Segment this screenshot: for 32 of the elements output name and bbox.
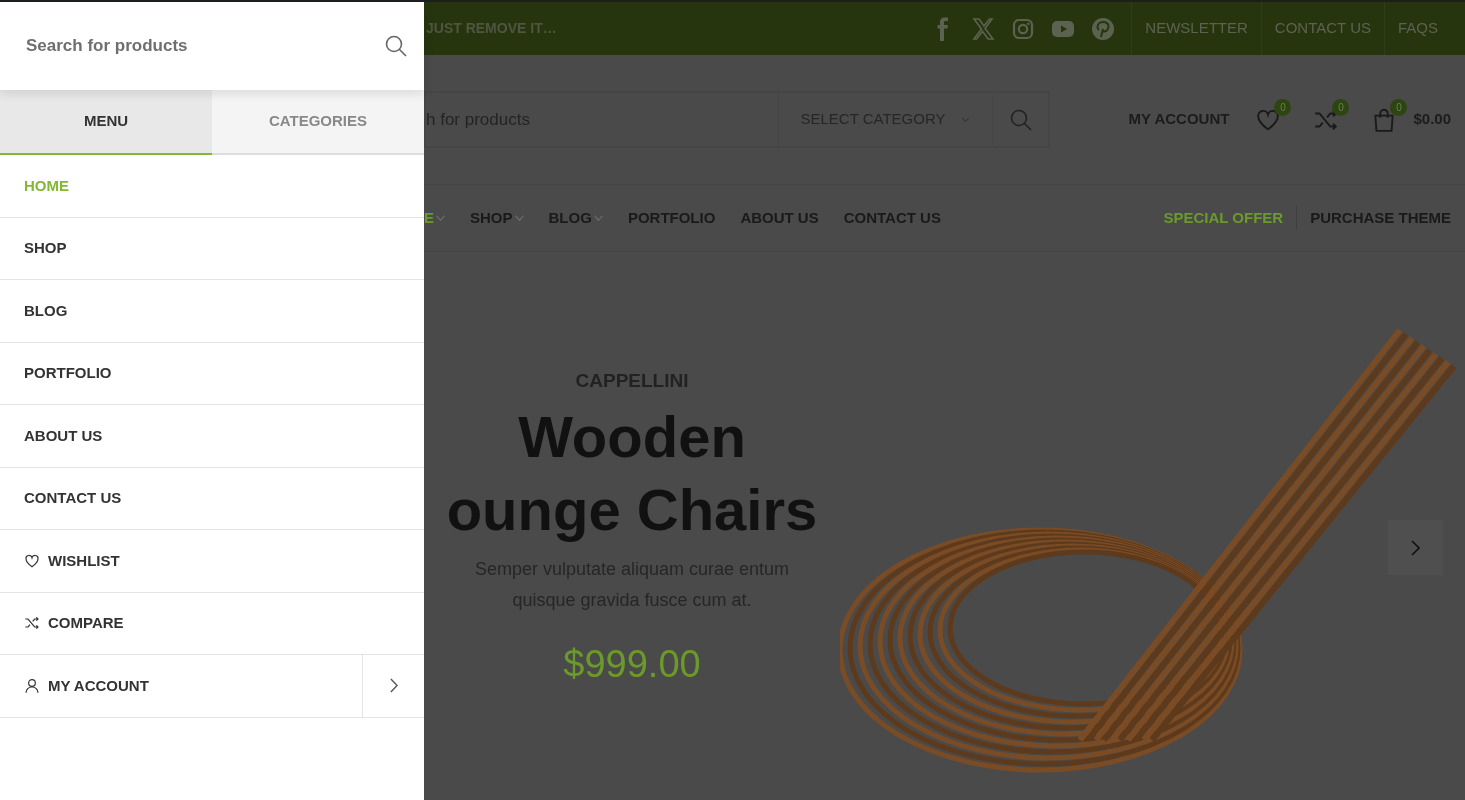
hero-title: ounge Chairs — [445, 475, 819, 544]
x-logo-icon[interactable] — [971, 16, 996, 41]
search-icon — [1008, 107, 1033, 132]
special-offer-link[interactable]: SPECIAL OFFER — [1163, 206, 1284, 230]
pinterest-icon[interactable] — [1091, 16, 1116, 41]
menu-tab[interactable]: CATEGORIES — [212, 90, 424, 155]
topbar-link[interactable]: FAQS — [1384, 2, 1451, 55]
wishlist-count: 0 — [1274, 98, 1292, 116]
chevron-icon — [389, 678, 398, 694]
nav-link[interactable]: E — [424, 206, 445, 230]
menu-item[interactable]: BLOG — [0, 280, 424, 342]
price-label: $999.00 — [562, 641, 702, 687]
menu-item[interactable]: ABOUT US — [0, 405, 424, 467]
menu-item[interactable]: PORTFOLIO — [0, 342, 424, 404]
menu-item[interactable]: MY ACCOUNT — [0, 655, 362, 717]
menu-item[interactable]: CONTACT US — [0, 467, 424, 529]
hero-title: Wooden — [517, 402, 747, 471]
menu-item[interactable]: SHOP — [0, 217, 424, 279]
topbar-link[interactable]: NEWSLETTER — [1131, 2, 1261, 55]
menu-item[interactable]: WISHLIST — [0, 530, 424, 592]
menu-tab[interactable]: MENU — [0, 90, 212, 155]
heart-icon — [24, 552, 40, 569]
menu-item[interactable]: COMPARE — [0, 592, 424, 654]
compare-count: 0 — [1332, 98, 1350, 116]
user-icon — [24, 677, 40, 694]
search-icon[interactable] — [384, 34, 408, 58]
topbar-link[interactable]: CONTACT US — [1260, 2, 1384, 55]
shuffle-icon — [24, 615, 40, 632]
chevron-icon — [1411, 539, 1420, 556]
menu-item[interactable]: HOME — [0, 155, 424, 217]
instagram-icon[interactable] — [1011, 16, 1036, 41]
cart-count: 0 — [1390, 98, 1408, 116]
